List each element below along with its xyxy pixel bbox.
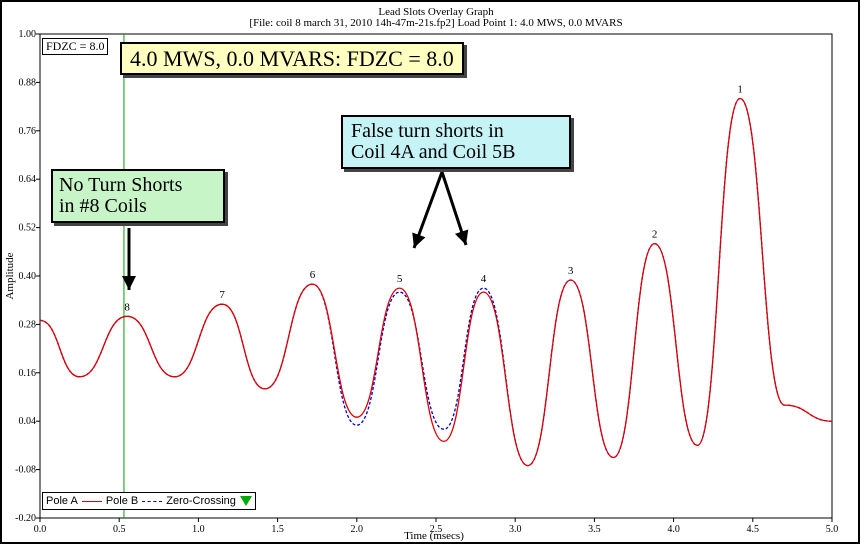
- false-turn-shorts-line2: Coil 4A and Coil 5B: [351, 141, 516, 163]
- plot-area: [39, 33, 833, 519]
- y-tick-label: -0.08: [15, 465, 36, 476]
- x-axis-label: Time (msecs): [404, 530, 464, 542]
- y-tick-label: 0.40: [19, 271, 37, 282]
- x-tick-label: 4.5: [747, 524, 760, 535]
- peak-label: 7: [219, 289, 225, 301]
- y-tick-label: 0.16: [19, 368, 37, 379]
- false-turn-shorts-line1: False turn shorts in: [351, 120, 504, 142]
- chart-svg: Lead Slots Overlay Graph [File: coil 8 m…: [4, 6, 839, 542]
- no-turn-shorts-callout: No Turn Shorts in #8 Coils: [51, 169, 225, 223]
- y-tick-label: 1.00: [19, 29, 37, 40]
- no-turn-shorts-line2: in #8 Coils: [59, 195, 147, 217]
- legend-pole-b-swatch: [142, 500, 163, 502]
- legend: Pole A Pole B Zero-Crossing: [42, 492, 256, 510]
- y-tick-label: -0.20: [15, 513, 36, 524]
- legend-pole-b: Pole B: [105, 495, 139, 507]
- y-tick-label: 0.76: [19, 126, 37, 137]
- legend-zero-crossing: Zero-Crossing: [166, 495, 236, 507]
- peak-label: 5: [397, 273, 403, 285]
- graph-frame: Lead Slots Overlay Graph [File: coil 8 m…: [0, 0, 860, 544]
- peak-label: 8: [124, 301, 130, 313]
- y-tick-label: 0.52: [19, 223, 37, 234]
- peak-label: 4: [481, 273, 487, 285]
- x-tick-label: 3.0: [509, 524, 522, 535]
- peak-label: 6: [310, 269, 316, 281]
- x-tick-label: 1.0: [192, 524, 205, 535]
- x-tick-label: 0.0: [34, 524, 47, 535]
- fdzc-value-box: FDZC = 8.0: [42, 38, 109, 55]
- load-point-title-box: 4.0 MWS, 0.0 MVARS: FDZC = 8.0: [120, 42, 464, 76]
- load-point-title: 4.0 MWS, 0.0 MVARS: FDZC = 8.0: [130, 46, 454, 71]
- peak-label: 1: [737, 84, 743, 96]
- x-tick-label: 1.5: [271, 524, 284, 535]
- legend-pole-a-swatch: [81, 500, 102, 502]
- zero-crossing-marker-icon: [239, 496, 252, 506]
- chart-subtitle: [File: coil 8 march 31, 2010 14h-47m-21s…: [249, 17, 622, 29]
- x-tick-label: 2.0: [351, 524, 364, 535]
- x-tick-label: 3.5: [588, 524, 601, 535]
- y-axis-label: Amplitude: [4, 252, 16, 299]
- x-tick-label: 5.0: [826, 524, 839, 535]
- x-tick-label: 4.0: [667, 524, 680, 535]
- legend-pole-a: Pole A: [46, 495, 78, 507]
- peak-label: 3: [568, 265, 574, 277]
- false-turn-shorts-callout: False turn shorts in Coil 4A and Coil 5B: [341, 115, 571, 169]
- x-tick-label: 0.5: [113, 524, 126, 535]
- y-tick-label: 0.64: [19, 174, 37, 185]
- y-tick-label: 0.88: [19, 77, 37, 88]
- fdzc-label: FDZC = 8.0: [46, 39, 105, 53]
- y-tick-label: 0.28: [19, 319, 37, 330]
- no-turn-shorts-line1: No Turn Shorts: [59, 174, 183, 196]
- y-tick-label: 0.04: [19, 416, 37, 427]
- peak-label: 2: [652, 229, 658, 241]
